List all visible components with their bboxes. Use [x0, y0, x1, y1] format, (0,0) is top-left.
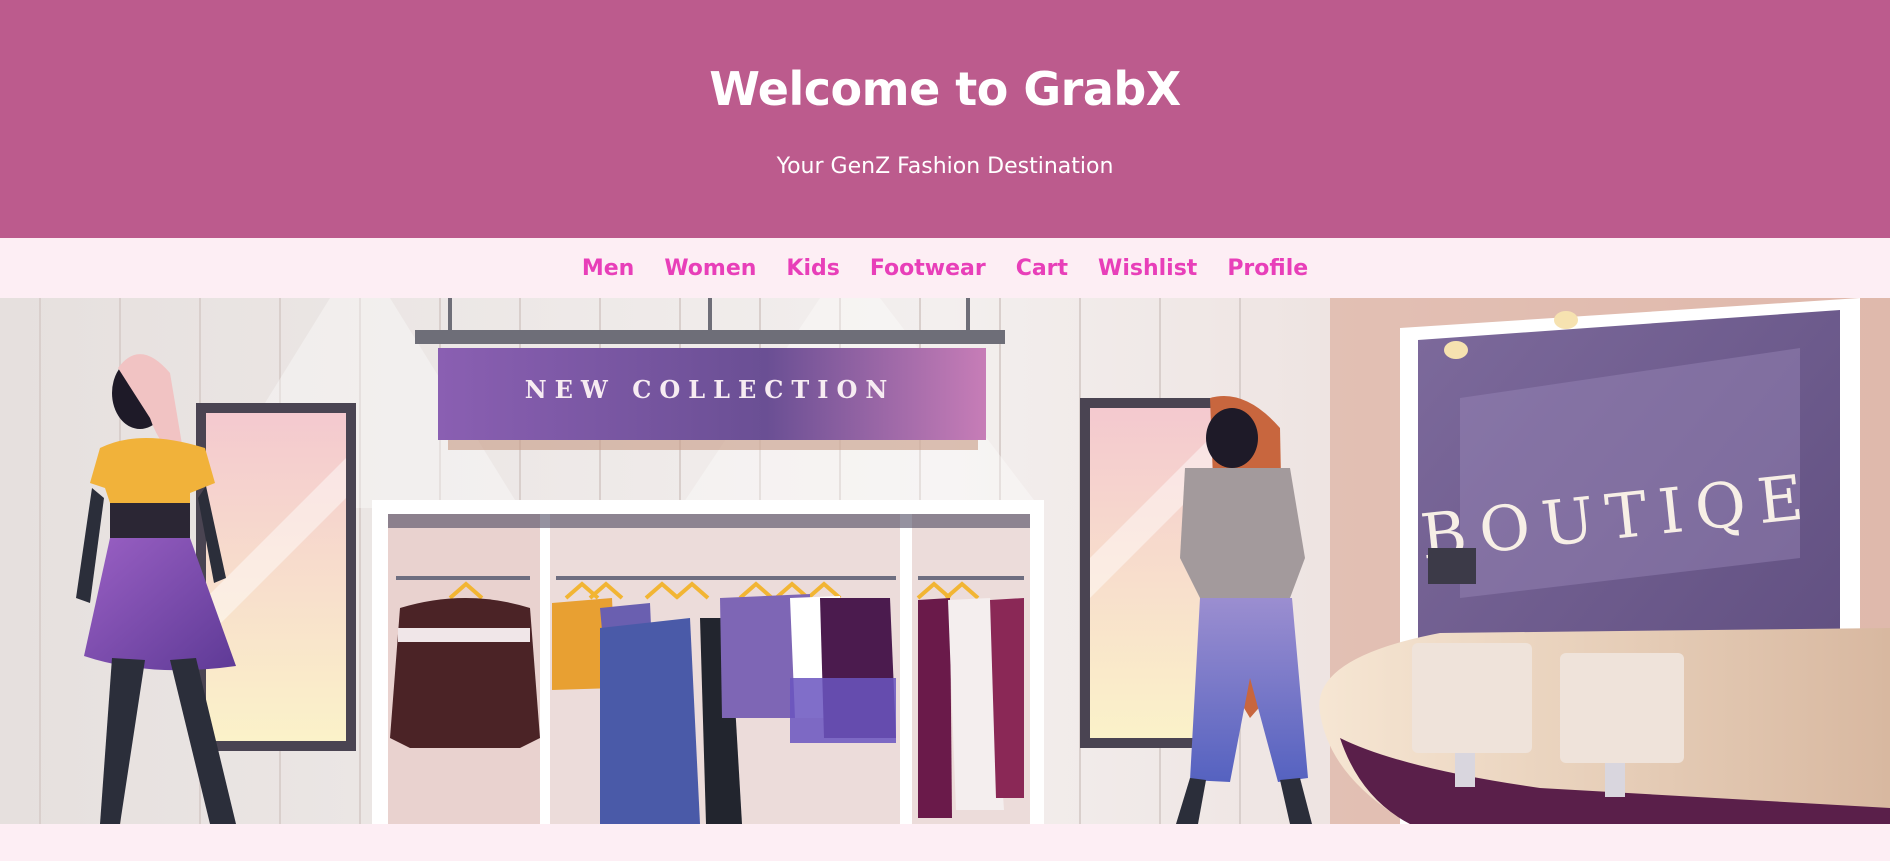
- nav-link-profile[interactable]: Profile: [1227, 256, 1308, 281]
- page-subtitle: Your GenZ Fashion Destination: [776, 154, 1114, 179]
- footer-strip: [0, 824, 1890, 861]
- page-title: Welcome to GrabX: [709, 62, 1181, 116]
- nav-link-cart[interactable]: Cart: [1016, 256, 1068, 281]
- nav-link-kids[interactable]: Kids: [786, 256, 839, 281]
- nav-link-footwear[interactable]: Footwear: [870, 256, 986, 281]
- nav-link-wishlist[interactable]: Wishlist: [1098, 256, 1197, 281]
- banner-text: NEW COLLECTION: [525, 375, 896, 404]
- main-nav: Men Women Kids Footwear Cart Wishlist Pr…: [0, 238, 1890, 298]
- site-header: Welcome to GrabX Your GenZ Fashion Desti…: [0, 0, 1890, 238]
- hero-image: NEW COLLECTION BOUTIQE: [0, 298, 1890, 824]
- nav-link-women[interactable]: Women: [664, 256, 756, 281]
- nav-link-men[interactable]: Men: [582, 256, 634, 281]
